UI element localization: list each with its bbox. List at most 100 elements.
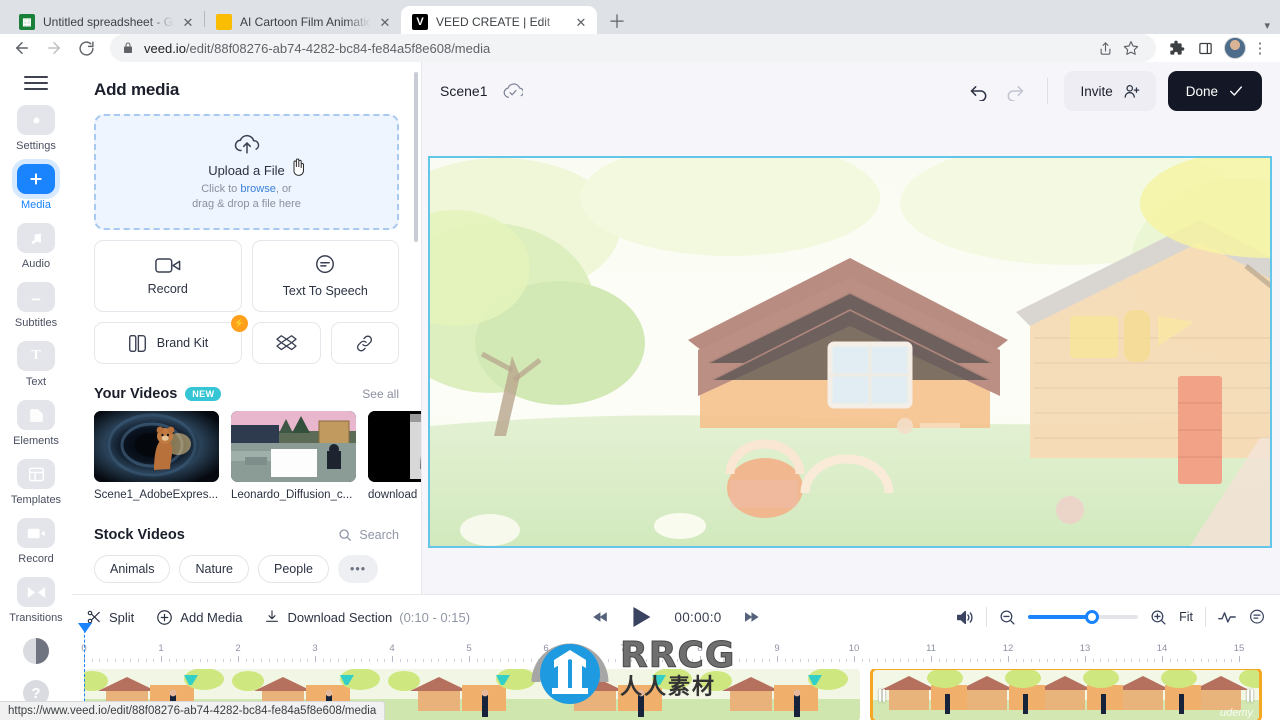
- ruler-minor-tick: [461, 659, 463, 662]
- hamburger-icon[interactable]: [24, 74, 48, 91]
- ruler-minor-tick: [368, 659, 370, 662]
- transitions-icon: [17, 577, 55, 607]
- video-preview[interactable]: [428, 156, 1272, 548]
- url-bar[interactable]: veed.io/edit/88f08276-ab74-4282-bc84-fe8…: [110, 34, 1156, 62]
- list-item[interactable]: download (1: [368, 411, 421, 501]
- close-icon[interactable]: ✕: [573, 14, 589, 30]
- zoom-slider-handle[interactable]: [1084, 610, 1099, 624]
- waveform-icon[interactable]: [1218, 609, 1236, 625]
- sidebar-item-contrast[interactable]: [0, 636, 72, 666]
- sidebar-item-record[interactable]: Record: [0, 518, 72, 565]
- sidebar-item-text[interactable]: T Text: [0, 341, 72, 388]
- link-button[interactable]: [330, 322, 399, 364]
- done-button[interactable]: Done: [1167, 71, 1262, 111]
- window-controls[interactable]: ▾: [1264, 19, 1270, 32]
- ruler-minor-tick: [1061, 659, 1063, 662]
- list-item[interactable]: Scene1_AdobeExpres...: [94, 411, 219, 501]
- ruler-minor-tick: [184, 659, 186, 662]
- captions-icon[interactable]: [1248, 608, 1266, 626]
- ruler-major-tick: [854, 656, 855, 662]
- tag-nature[interactable]: Nature: [179, 555, 249, 583]
- ruler-minor-tick: [1000, 659, 1002, 662]
- ruler-minor-tick: [923, 659, 925, 662]
- status-url: https://www.veed.io/edit/88f08276-ab74-4…: [8, 705, 377, 717]
- panel-scrollbar[interactable]: [414, 72, 418, 242]
- sidebar-item-label: Record: [18, 553, 54, 565]
- video-thumbnail[interactable]: [94, 411, 219, 482]
- tag-animals[interactable]: Animals: [94, 555, 171, 583]
- zoom-out-icon[interactable]: [999, 609, 1016, 626]
- forward-icon[interactable]: [40, 34, 68, 62]
- ruler-minor-tick: [769, 659, 771, 662]
- music-note-icon: [17, 223, 55, 253]
- tag-people[interactable]: People: [258, 555, 329, 583]
- add-media-button[interactable]: Add Media: [156, 609, 242, 626]
- ruler-major-tick: [700, 656, 701, 662]
- sidebar-item-transitions[interactable]: Transitions: [0, 577, 72, 624]
- sidebar-item-label: Transitions: [9, 612, 63, 624]
- close-icon[interactable]: ✕: [377, 14, 393, 30]
- puzzle-icon[interactable]: [1164, 35, 1190, 61]
- ruler-minor-tick: [214, 659, 216, 662]
- reload-icon[interactable]: [72, 34, 100, 62]
- scene-name[interactable]: Scene1: [440, 83, 487, 99]
- split-button[interactable]: Split: [86, 609, 134, 625]
- dropbox-button[interactable]: [252, 322, 321, 364]
- sidebar-item-settings[interactable]: Settings: [0, 105, 72, 152]
- sidebar-item-audio[interactable]: Audio: [0, 223, 72, 270]
- stock-search[interactable]: Search: [338, 528, 399, 542]
- new-tab-button[interactable]: ＋: [603, 8, 631, 36]
- star-icon[interactable]: [1118, 35, 1144, 61]
- sidebar-item-templates[interactable]: Templates: [0, 459, 72, 506]
- ruler-minor-tick: [415, 659, 417, 662]
- zoom-in-icon[interactable]: [1150, 609, 1167, 626]
- clip-left-handle[interactable]: [877, 684, 887, 706]
- brand-kit-button[interactable]: Brand Kit ⚡: [94, 315, 248, 364]
- sidebar-item-media[interactable]: Media: [0, 164, 72, 211]
- video-thumbnail[interactable]: [231, 411, 356, 482]
- browse-link[interactable]: browse: [240, 183, 275, 195]
- record-button[interactable]: Record: [94, 240, 242, 312]
- redo-icon[interactable]: [999, 75, 1031, 107]
- table-row[interactable]: udemy: [870, 669, 1262, 720]
- zoom-slider[interactable]: [1028, 610, 1139, 624]
- see-all-link[interactable]: See all: [362, 387, 399, 401]
- sidebar-item-elements[interactable]: Elements: [0, 400, 72, 447]
- share-icon[interactable]: [1092, 35, 1118, 61]
- skip-forward-icon[interactable]: [744, 611, 760, 623]
- ruler-tick: 1: [158, 643, 164, 654]
- fit-label[interactable]: Fit: [1179, 610, 1193, 624]
- ruler-minor-tick: [553, 659, 555, 662]
- text-to-speech-button[interactable]: Text To Speech: [251, 240, 399, 312]
- ruler-minor-tick: [199, 659, 201, 662]
- list-item[interactable]: Leonardo_Diffusion_c...: [231, 411, 356, 501]
- download-section-button[interactable]: Download Section (0:10 - 0:15): [264, 609, 470, 625]
- kebab-menu-icon[interactable]: ⋮: [1248, 35, 1272, 61]
- playhead-handle[interactable]: [78, 623, 92, 633]
- clip-right-handle[interactable]: [1245, 684, 1255, 706]
- timeline-ruler[interactable]: 0 1 2 3 4 5 6 7 8 9 10 11 12 13 14 15: [72, 639, 1280, 667]
- undo-icon[interactable]: [963, 75, 995, 107]
- stock-search-label: Search: [359, 528, 399, 542]
- ruler-minor-tick: [969, 659, 971, 662]
- ruler-minor-tick: [345, 659, 347, 662]
- ruler-minor-tick: [884, 659, 886, 662]
- play-icon[interactable]: [630, 605, 652, 629]
- record-camera-icon: [17, 518, 55, 548]
- skip-back-icon[interactable]: [592, 611, 608, 623]
- invite-button[interactable]: Invite: [1064, 71, 1156, 111]
- ruler-minor-tick: [938, 659, 940, 662]
- sidebar-item-subtitles[interactable]: Subtitles: [0, 282, 72, 329]
- side-panel-icon[interactable]: [1192, 35, 1218, 61]
- upload-dropzone[interactable]: Upload a File Click to browse, or drag &…: [94, 114, 399, 230]
- ruler-minor-tick: [222, 659, 224, 662]
- close-icon[interactable]: ✕: [180, 14, 196, 30]
- tag-more[interactable]: •••: [337, 555, 379, 583]
- video-canvas[interactable]: [428, 156, 1272, 548]
- back-icon[interactable]: [8, 34, 36, 62]
- avatar[interactable]: [1224, 37, 1246, 59]
- volume-icon[interactable]: [955, 609, 974, 626]
- control-divider: [986, 607, 988, 627]
- ruler-minor-tick: [1108, 659, 1110, 662]
- video-thumbnail[interactable]: [368, 411, 421, 482]
